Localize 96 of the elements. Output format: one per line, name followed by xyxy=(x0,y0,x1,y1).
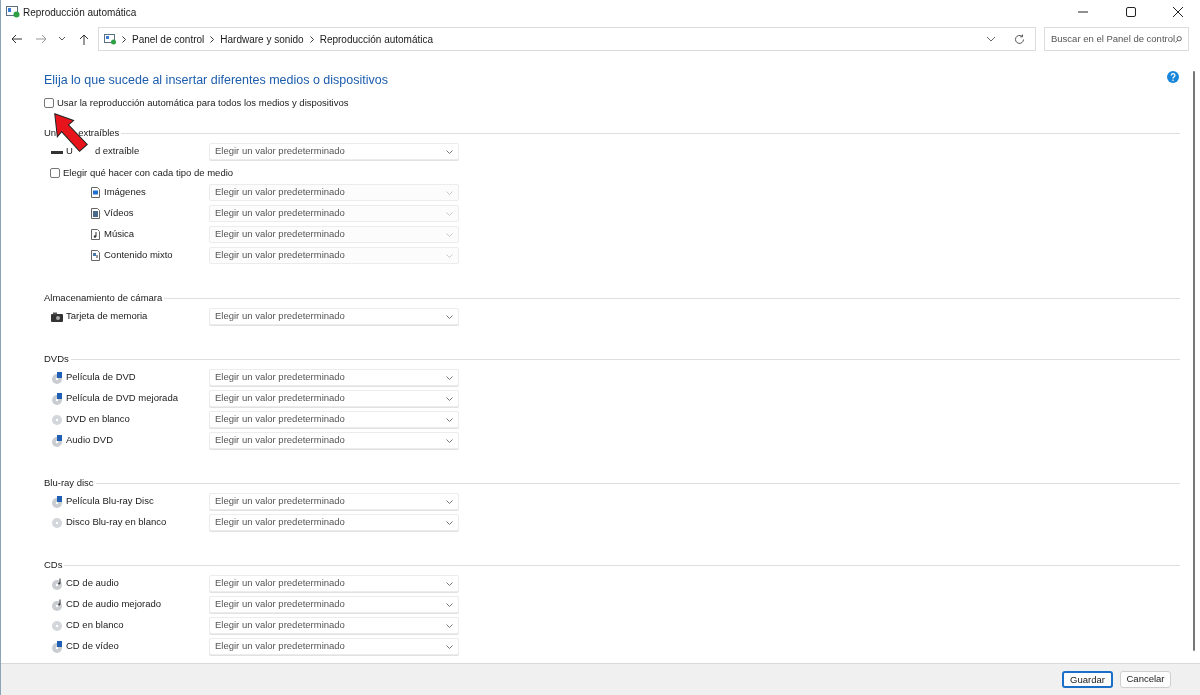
checkbox[interactable] xyxy=(50,168,60,178)
chevron-right-icon xyxy=(210,35,215,43)
search-field[interactable]: Buscar en el Panel de control xyxy=(1044,27,1189,51)
section-title: DVDs xyxy=(44,351,69,366)
dialog-button[interactable]: Cancelar xyxy=(1120,671,1171,688)
dropdown[interactable]: Elegir un valor predeterminado xyxy=(209,308,459,325)
device-label: Imágenes xyxy=(104,185,146,200)
dropdown[interactable]: Elegir un valor predeterminado xyxy=(209,390,459,407)
section-title: Blu-ray disc xyxy=(44,475,94,490)
chevron-down-icon xyxy=(446,375,453,380)
disc-icon xyxy=(51,516,63,529)
device-label: CD de audio xyxy=(66,576,119,591)
breadcrumb-link[interactable]: Hardware y sonido xyxy=(220,31,304,47)
camera-icon xyxy=(51,311,63,322)
back-icon[interactable] xyxy=(11,34,22,44)
section-title: extraíbles xyxy=(78,125,120,140)
device-label: DVD en blanco xyxy=(66,412,130,427)
window-icon xyxy=(6,6,20,18)
chevron-right-icon xyxy=(309,35,314,43)
disc-icon xyxy=(51,598,63,611)
chevron-down-icon xyxy=(446,644,453,649)
dropdown[interactable]: Elegir un valor predeterminado xyxy=(209,143,459,160)
device-label: Música xyxy=(104,227,135,242)
device-label: Película Blu-ray Disc xyxy=(66,494,154,509)
breadcrumb-link[interactable]: Panel de control xyxy=(132,31,205,47)
device-label: Película de DVD xyxy=(66,370,136,385)
chevron-down-icon xyxy=(446,314,453,319)
disc-icon xyxy=(51,434,63,447)
chevron-down-icon xyxy=(446,602,453,607)
up-icon[interactable] xyxy=(79,33,89,45)
search-icon xyxy=(1175,34,1182,44)
dropdown[interactable]: Elegir un valor predeterminado xyxy=(209,514,459,531)
window-title: Reproducción automática xyxy=(23,5,137,20)
disc-icon xyxy=(51,371,63,384)
dropdown[interactable]: Elegir un valor predeterminado xyxy=(209,493,459,510)
section-title: Almacenamiento de cámara xyxy=(44,290,163,305)
dropdown-caret-icon[interactable] xyxy=(59,37,65,41)
control-panel-icon xyxy=(104,33,116,45)
chevron-down-icon xyxy=(446,253,453,258)
chevron-right-icon xyxy=(122,35,126,43)
dropdown[interactable]: Elegir un valor predeterminado xyxy=(209,575,459,592)
device-label: Audio DVD xyxy=(66,433,113,448)
chevron-down-icon xyxy=(446,232,453,237)
forward-icon[interactable] xyxy=(36,34,47,44)
device-label: CD de audio mejorado xyxy=(66,597,162,612)
maximize-icon[interactable] xyxy=(1126,7,1136,17)
breadcrumb-link[interactable]: Reproducción automática xyxy=(319,31,434,47)
video-file-icon xyxy=(89,208,101,219)
device-label: Vídeos xyxy=(104,206,134,221)
dropdown[interactable]: Elegir un valor predeterminado xyxy=(209,596,459,613)
chevron-down-icon xyxy=(446,520,453,525)
device-label: CD en blanco xyxy=(66,618,124,633)
device-label: Disco Blu-ray en blanco xyxy=(66,515,167,530)
address-bar[interactable]: Panel de control Hardware y sonido Reproducción automática xyxy=(98,27,1036,51)
device-label: d extraíble xyxy=(94,144,140,159)
disc-icon xyxy=(51,619,63,632)
device-label: Tarjeta de memoria xyxy=(66,309,148,324)
search-placeholder: Buscar en el Panel de control xyxy=(1051,31,1176,46)
disc-icon xyxy=(51,577,63,590)
disc-icon xyxy=(51,413,63,426)
mixed-file-icon xyxy=(89,250,101,261)
section-title: Un xyxy=(44,125,57,140)
chevron-down-icon xyxy=(446,396,453,401)
chevron-down-icon xyxy=(446,581,453,586)
device-label: Contenido mixto xyxy=(104,248,173,263)
chevron-down-icon xyxy=(446,417,453,422)
dialog-button[interactable]: Guardar xyxy=(1062,671,1113,688)
section-title: CDs xyxy=(44,557,63,572)
disc-icon xyxy=(51,392,63,405)
chevron-down-icon xyxy=(446,499,453,504)
device-label: U xyxy=(66,144,73,159)
chevron-down-icon xyxy=(446,190,453,195)
device-label: Película de DVD mejorada xyxy=(66,391,178,406)
help-icon[interactable] xyxy=(1167,71,1179,83)
disc-icon xyxy=(51,495,63,508)
dropdown[interactable]: Elegir un valor predeterminado xyxy=(209,617,459,634)
close-icon[interactable] xyxy=(1173,7,1183,17)
chevron-down-icon[interactable] xyxy=(987,36,995,42)
checkbox-label: Usar la reproducción automática para todos los medios y dispositivos xyxy=(57,95,349,110)
scrollbar[interactable] xyxy=(1193,71,1195,651)
dropdown[interactable]: Elegir un valor predeterminado xyxy=(209,432,459,449)
dropdown[interactable]: Elegir un valor predeterminado xyxy=(209,638,459,655)
image-file-icon xyxy=(89,187,101,198)
refresh-icon[interactable] xyxy=(1014,33,1025,45)
checkbox[interactable] xyxy=(44,98,54,108)
dropdown[interactable]: Elegir un valor predeterminado xyxy=(209,411,459,428)
music-file-icon xyxy=(89,229,101,240)
chevron-down-icon xyxy=(446,149,453,154)
chevron-down-icon xyxy=(446,438,453,443)
device-label: CD de vídeo xyxy=(66,639,119,654)
disc-icon xyxy=(51,640,63,653)
chevron-down-icon xyxy=(446,623,453,628)
chevron-down-icon xyxy=(446,211,453,216)
dropdown[interactable]: Elegir un valor predeterminado xyxy=(209,369,459,386)
page-heading: Elija lo que sucede al insertar diferentes medios o dispositivos xyxy=(44,72,388,88)
checkbox-label: Elegir qué hacer con cada tipo de medio xyxy=(63,165,234,180)
